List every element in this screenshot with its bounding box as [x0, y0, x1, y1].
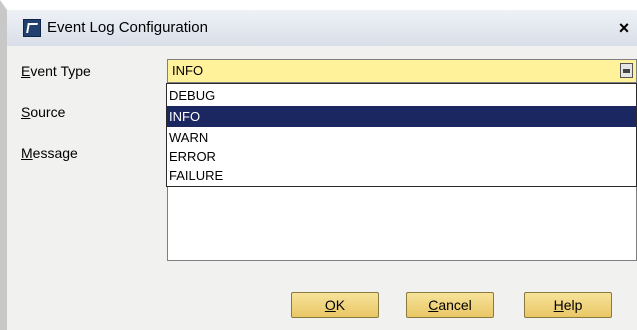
option-warn[interactable]: WARN — [167, 127, 636, 148]
close-button[interactable]: × — [614, 18, 634, 38]
option-error[interactable]: ERROR — [167, 146, 636, 167]
event-type-selected-value: INFO — [172, 63, 204, 78]
help-button[interactable]: Help — [524, 292, 612, 318]
title-bar[interactable]: Event Log Configuration × — [7, 10, 637, 46]
message-label: Message — [21, 145, 78, 161]
event-type-label: Event Type — [21, 63, 91, 79]
option-failure[interactable]: FAILURE — [167, 165, 636, 186]
dialog-body: Event Type Source Message INFO DEBUG INF… — [7, 46, 637, 330]
ok-button[interactable]: OK — [291, 292, 379, 318]
dropdown-arrow-icon[interactable] — [620, 63, 633, 78]
event-type-combobox[interactable]: INFO — [167, 59, 637, 83]
source-label: Source — [21, 104, 66, 120]
option-debug[interactable]: DEBUG — [167, 85, 636, 106]
option-info[interactable]: INFO — [167, 106, 636, 127]
cancel-button[interactable]: Cancel — [406, 292, 494, 318]
window-title: Event Log Configuration — [47, 19, 208, 36]
message-textarea[interactable] — [167, 187, 637, 261]
event-type-dropdown-list[interactable]: DEBUG INFO WARN ERROR FAILURE — [166, 83, 637, 187]
app-logo-icon — [23, 19, 41, 37]
